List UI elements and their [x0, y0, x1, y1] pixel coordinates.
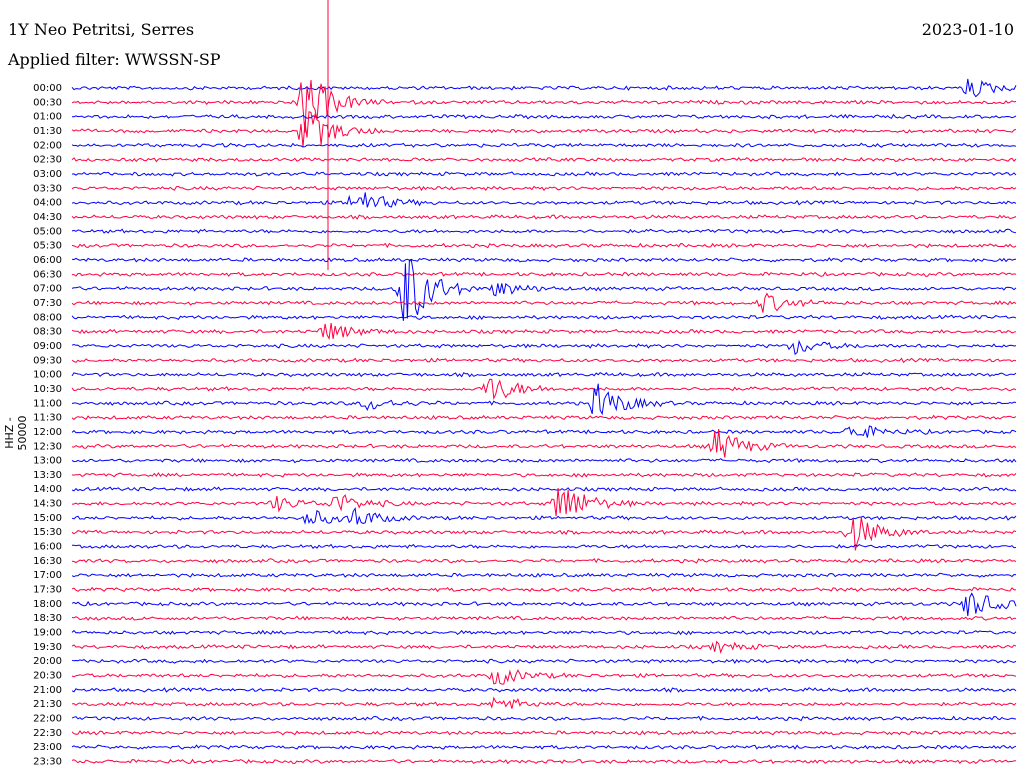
- trace-line: [71, 758, 1017, 765]
- row-label: 20:00: [33, 656, 62, 667]
- row-label: 15:30: [33, 527, 62, 538]
- row-label: 21:00: [33, 685, 62, 696]
- trace-line: [71, 185, 1017, 192]
- row-label: 10:30: [33, 384, 62, 395]
- row-label: 01:30: [33, 126, 62, 137]
- row-label: 19:30: [33, 642, 62, 653]
- trace-line: [71, 156, 1017, 163]
- trace-line: [71, 192, 1017, 208]
- row-label: 10:00: [33, 370, 62, 381]
- row-label: 21:30: [33, 699, 62, 710]
- row-label: 23:30: [33, 757, 62, 768]
- row-label: 13:30: [33, 470, 62, 481]
- trace-line: [71, 507, 1017, 525]
- row-label: 08:30: [33, 327, 62, 338]
- row-label: 02:00: [33, 140, 62, 151]
- row-label: 17:30: [33, 585, 62, 596]
- trace-line: [71, 242, 1017, 249]
- trace-line: [71, 78, 1017, 98]
- row-label: 18:00: [33, 599, 62, 610]
- trace-line: [71, 425, 1017, 438]
- row-label: 09:30: [33, 355, 62, 366]
- trace-line: [71, 371, 1017, 378]
- trace-line: [71, 486, 1017, 492]
- row-label: 02:30: [33, 155, 62, 166]
- row-label: 14:30: [33, 499, 62, 510]
- trace-line: [71, 658, 1017, 664]
- row-label: 18:30: [33, 613, 62, 624]
- row-label: 20:30: [33, 671, 62, 682]
- row-label: 15:00: [33, 513, 62, 524]
- row-label: 12:30: [33, 441, 62, 452]
- trace-line: [71, 669, 1017, 685]
- trace-line: [71, 730, 1017, 736]
- trace-line: [71, 414, 1017, 421]
- row-label: 16:00: [33, 542, 62, 553]
- trace-line: [71, 557, 1017, 564]
- row-label: 06:30: [33, 269, 62, 280]
- row-label: 00:00: [33, 83, 62, 94]
- row-label: 22:00: [33, 714, 62, 725]
- trace-line: [71, 214, 1017, 220]
- row-label: 06:00: [33, 255, 62, 266]
- trace-line: [71, 715, 1017, 722]
- row-label: 04:00: [33, 198, 62, 209]
- row-label: 07:30: [33, 298, 62, 309]
- trace-line: [71, 171, 1017, 177]
- trace-line: [71, 428, 1017, 458]
- trace-line: [71, 572, 1017, 578]
- trace-line: [71, 142, 1017, 148]
- trace-line: [71, 487, 1017, 517]
- row-label: 01:00: [33, 112, 62, 123]
- trace-line: [71, 696, 1017, 709]
- trace-line: [71, 260, 1017, 321]
- row-label: 08:00: [33, 312, 62, 323]
- trace-line: [71, 339, 1017, 356]
- trace-line: [71, 228, 1017, 234]
- trace-line: [71, 586, 1017, 593]
- row-label: 00:30: [33, 97, 62, 108]
- trace-line: [71, 629, 1017, 636]
- row-label: 09:00: [33, 341, 62, 352]
- trace-line: [72, 271, 1017, 277]
- trace-line: [71, 378, 1017, 401]
- trace-line: [71, 357, 1017, 364]
- row-label: 17:00: [33, 570, 62, 581]
- row-label: 11:00: [33, 398, 62, 409]
- row-label: 13:00: [33, 456, 62, 467]
- trace-line: [71, 322, 1017, 341]
- row-label: 19:00: [33, 628, 62, 639]
- trace-line: [71, 543, 1017, 550]
- row-label: 05:00: [33, 226, 62, 237]
- helicorder-plot: 00:00 00:30 01:00 01:30 02:00 02:30 03:00 03:30…: [33, 0, 1017, 768]
- trace-line: [71, 687, 1017, 693]
- row-label: 04:30: [33, 212, 62, 223]
- trace-line: [71, 314, 1017, 321]
- row-label: 23:00: [33, 742, 62, 753]
- row-label: 05:30: [33, 241, 62, 252]
- trace-line: [71, 458, 1017, 464]
- trace-line: [71, 292, 1017, 313]
- trace-line: [71, 615, 1017, 621]
- row-label: 07:00: [33, 284, 62, 295]
- row-label: 03:00: [33, 169, 62, 180]
- row-label: 14:00: [33, 484, 62, 495]
- trace-line: [71, 640, 1017, 654]
- row-label: 11:30: [33, 413, 62, 424]
- row-label: 16:30: [33, 556, 62, 567]
- trace-line: [71, 113, 1017, 120]
- row-label: 12:00: [33, 427, 62, 438]
- trace-line: [71, 472, 1017, 478]
- row-label: 22:30: [33, 728, 62, 739]
- trace-line: [71, 257, 1017, 263]
- trace-line: [71, 592, 1017, 617]
- trace-line: [71, 744, 1017, 750]
- row-label: 03:30: [33, 183, 62, 194]
